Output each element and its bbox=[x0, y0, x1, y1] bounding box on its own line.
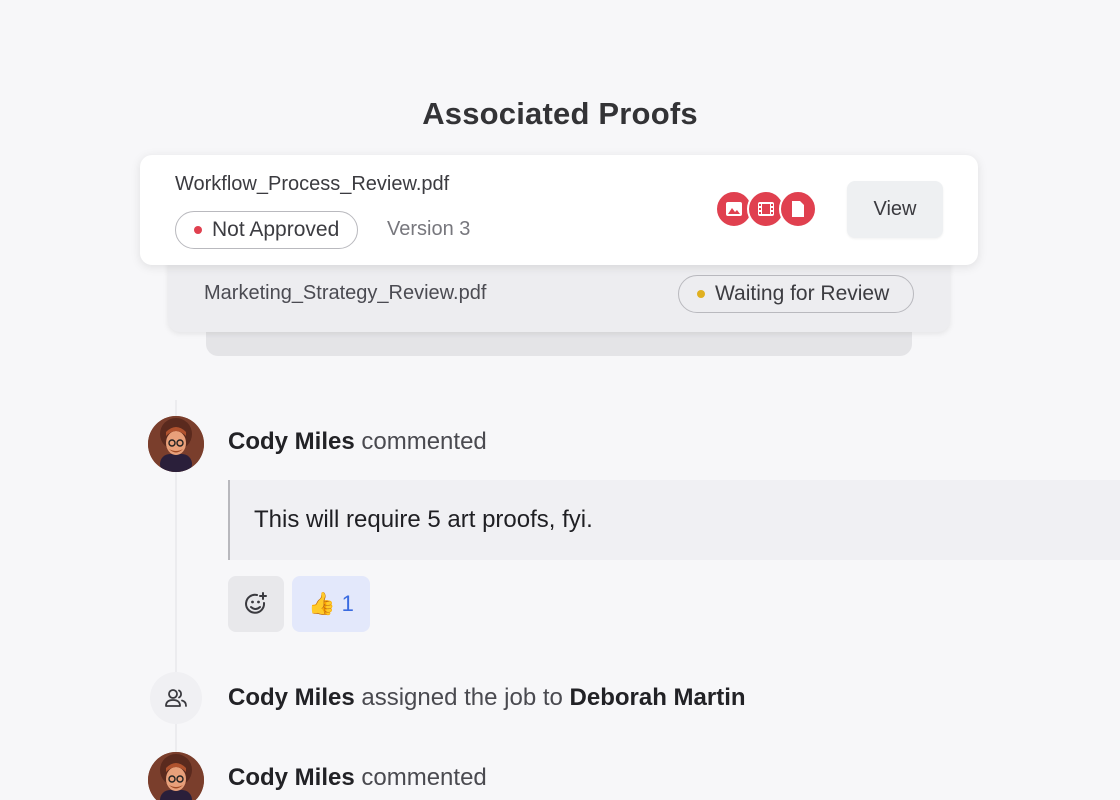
author-name[interactable]: Cody Miles bbox=[228, 764, 355, 791]
avatar bbox=[148, 752, 204, 800]
author-name[interactable]: Cody Miles bbox=[228, 428, 355, 455]
thumbs-up-icon: 👍 bbox=[308, 591, 336, 616]
author-name[interactable]: Cody Miles bbox=[228, 684, 355, 711]
proof-card-primary[interactable]: Workflow_Process_Review.pdf Not Approved… bbox=[140, 155, 978, 265]
page-title: Associated Proofs bbox=[422, 96, 698, 131]
activity-action: assigned the job to bbox=[361, 684, 563, 711]
reaction-count: 1 bbox=[341, 591, 354, 616]
status-dot-icon bbox=[697, 290, 705, 298]
comment-body: This will require 5 art proofs, fyi. bbox=[228, 480, 1120, 560]
activity-action: commented bbox=[361, 428, 487, 455]
activity-comment-header: Cody Miles commented bbox=[228, 428, 487, 456]
file-type-icons bbox=[715, 190, 825, 230]
users-icon bbox=[165, 689, 187, 707]
avatar bbox=[148, 416, 204, 472]
document-icon bbox=[779, 190, 817, 228]
proof-filename: Workflow_Process_Review.pdf bbox=[175, 173, 450, 195]
view-button[interactable]: View bbox=[847, 181, 943, 238]
activity-assignment: Cody Miles assigned the job to Deborah M… bbox=[228, 684, 746, 712]
version-label: Version 3 bbox=[387, 218, 471, 240]
status-badge: Not Approved bbox=[175, 211, 359, 249]
comment-text: This will require 5 art proofs, fyi. bbox=[254, 506, 593, 533]
activity-action: commented bbox=[361, 764, 487, 791]
thumbs-up-reaction[interactable]: 👍 1 bbox=[292, 576, 370, 632]
status-label: Not Approved bbox=[212, 218, 340, 241]
status-dot-icon bbox=[194, 226, 202, 234]
status-badge: Waiting for Review bbox=[678, 275, 914, 313]
status-label: Waiting for Review bbox=[715, 282, 890, 305]
activity-comment-header: Cody Miles commented bbox=[228, 764, 487, 792]
assignee-name[interactable]: Deborah Martin bbox=[570, 684, 746, 711]
proof-filename: Marketing_Strategy_Review.pdf bbox=[204, 282, 487, 304]
assign-users-icon-wrap bbox=[150, 672, 202, 724]
add-reaction-button[interactable] bbox=[228, 576, 284, 632]
smiley-plus-icon bbox=[245, 592, 267, 614]
